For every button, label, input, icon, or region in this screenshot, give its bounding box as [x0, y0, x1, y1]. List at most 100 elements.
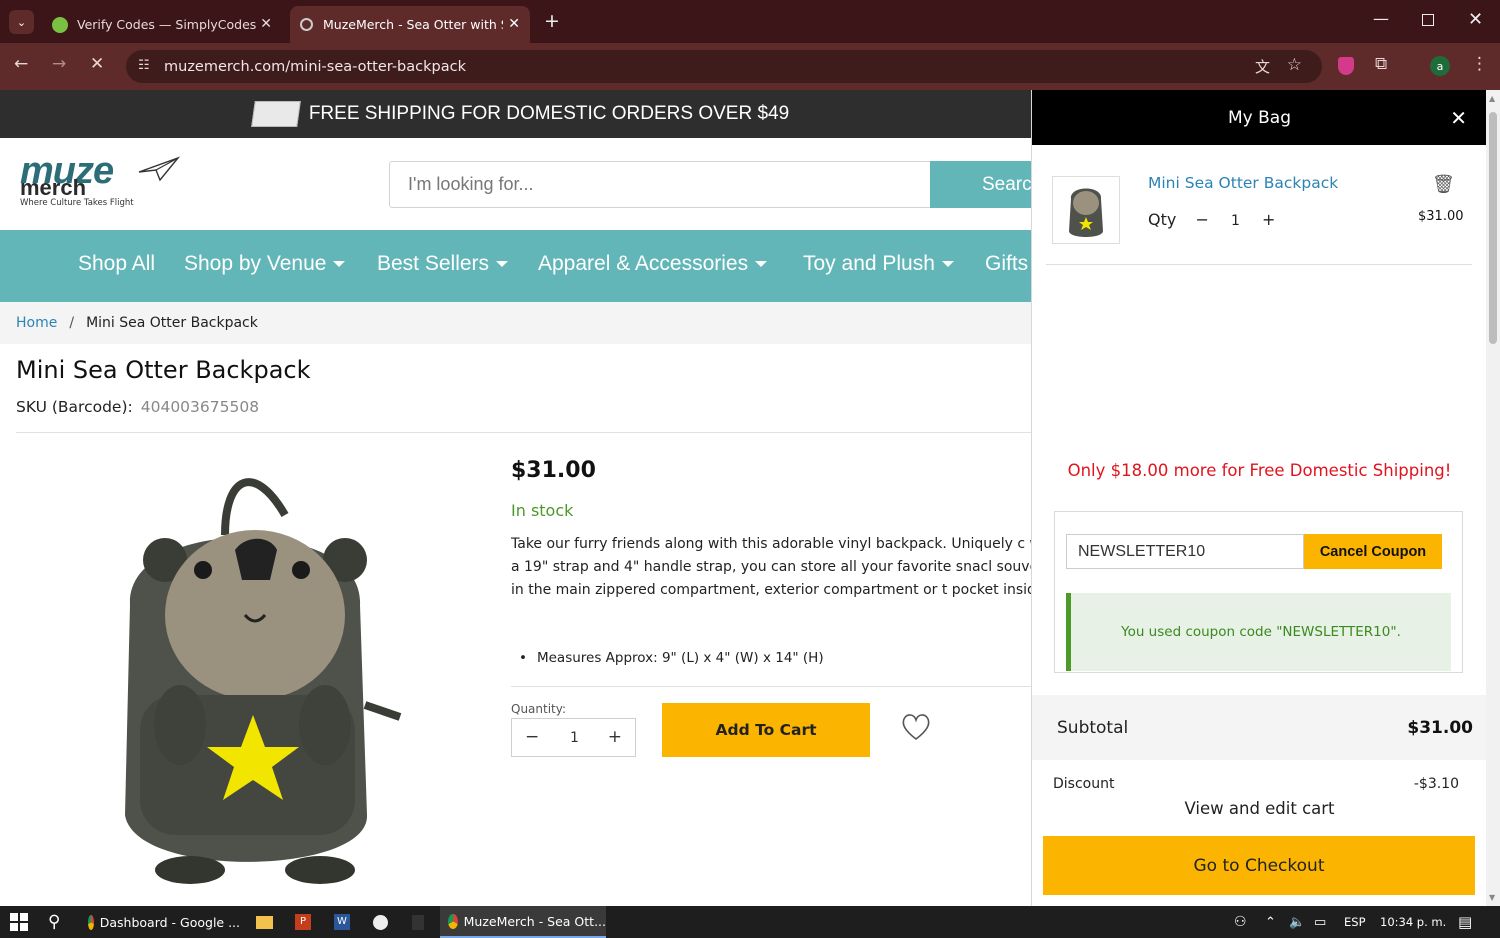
powerpoint-icon[interactable]: P — [295, 906, 311, 938]
taskbar-chrome-muzemerch[interactable]: MuzeMerch - Sea Ott... — [440, 906, 606, 938]
main-nav: Shop All Shop by Venue Best Sellers Appa… — [0, 230, 1032, 302]
discount-value: -$3.10 — [1413, 776, 1459, 792]
restore-icon[interactable] — [1422, 14, 1434, 26]
close-window-icon[interactable]: ✕ — [1468, 9, 1483, 30]
bookmark-star-icon[interactable]: ☆ — [1287, 55, 1302, 75]
qty-value[interactable]: 1 — [1231, 213, 1240, 229]
taskbar-chrome-dashboard[interactable]: Dashboard - Google ... — [80, 906, 240, 938]
minimize-icon[interactable]: — — [1373, 9, 1389, 28]
nav-best-sellers[interactable]: Best Sellers — [377, 252, 509, 276]
wishlist-heart-icon[interactable] — [900, 712, 932, 742]
translate-icon[interactable]: 文 — [1255, 56, 1270, 77]
cart-title: My Bag — [1227, 107, 1291, 128]
nav-toy-and-plush[interactable]: Toy and Plush — [803, 252, 954, 276]
file-explorer-icon[interactable] — [256, 906, 273, 938]
coupon-section: NEWSLETTER10 Cancel Coupon You used coup… — [1054, 511, 1463, 673]
add-to-cart-button[interactable]: Add To Cart — [662, 703, 870, 757]
chevron-up-icon[interactable]: ⌃ — [1265, 906, 1276, 938]
sku-label: SKU (Barcode): — [16, 398, 133, 416]
extension-shield-icon[interactable] — [1338, 57, 1354, 75]
quantity-value[interactable]: 1 — [570, 730, 579, 746]
loading-favicon-icon — [300, 18, 313, 31]
scrollbar-thumb[interactable] — [1489, 112, 1497, 344]
discount-label: Discount — [1053, 776, 1115, 792]
product-image[interactable] — [95, 455, 415, 895]
quantity-label: Quantity: — [511, 702, 567, 716]
taskbar-item-label: MuzeMerch - Sea Ott... — [463, 913, 606, 929]
extensions-puzzle-icon[interactable]: ⧉ — [1375, 54, 1387, 74]
coupon-code-input[interactable]: NEWSLETTER10 — [1066, 534, 1304, 569]
search-icon[interactable]: ⚲ — [48, 906, 60, 938]
nav-apparel-accessories[interactable]: Apparel & Accessories — [538, 252, 768, 276]
site-logo[interactable]: muze merch Where Culture Takes Flight — [20, 152, 180, 208]
breadcrumb-home[interactable]: Home — [16, 315, 57, 331]
tab-search-icon[interactable]: ⌄ — [9, 10, 34, 34]
scroll-up-icon[interactable]: ▲ — [1489, 94, 1495, 103]
close-tab-icon[interactable]: ✕ — [508, 16, 520, 32]
forward-icon[interactable]: → — [52, 54, 66, 74]
windows-start-icon[interactable] — [10, 906, 28, 938]
language-indicator[interactable]: ESP — [1344, 906, 1366, 938]
cart-header: My Bag ✕ — [1032, 90, 1486, 145]
people-icon[interactable]: ⚇ — [1234, 906, 1247, 938]
shipping-box-icon — [250, 101, 301, 127]
qty-plus-button[interactable]: + — [1262, 210, 1275, 229]
cart-item-price: $31.00 — [1418, 209, 1464, 224]
scrollbar[interactable]: ▲ ▼ — [1486, 90, 1500, 906]
notifications-icon[interactable]: ▤ — [1458, 906, 1472, 938]
view-edit-cart-link[interactable]: View and edit cart — [1032, 799, 1486, 818]
search-button[interactable]: Search — [930, 161, 1032, 208]
subtotal-label: Subtotal — [1057, 718, 1129, 738]
cart-drawer: My Bag ✕ Mini Sea Otter Backpack 🗑 Qty −… — [1031, 90, 1486, 906]
cancel-coupon-button[interactable]: Cancel Coupon — [1304, 534, 1442, 569]
divider — [511, 686, 1032, 687]
close-icon[interactable]: ✕ — [1450, 106, 1467, 130]
trash-icon[interactable]: 🗑 — [1432, 174, 1455, 195]
tab-title: Verify Codes — SimplyCodes — [77, 17, 257, 32]
search-input[interactable]: I'm looking for... — [389, 161, 931, 208]
shipping-banner-text: FREE SHIPPING FOR DOMESTIC ORDERS OVER $… — [308, 103, 790, 124]
new-tab-icon[interactable]: + — [544, 10, 560, 32]
checkout-button[interactable]: Go to Checkout — [1043, 836, 1475, 895]
word-icon[interactable]: W — [334, 906, 350, 938]
free-shipping-message: Only $18.00 more for Free Domestic Shipp… — [1067, 461, 1452, 480]
minus-icon[interactable]: − — [525, 727, 539, 747]
logo-word-bottom: merch — [20, 175, 87, 200]
profile-avatar[interactable]: a — [1430, 56, 1450, 76]
back-icon[interactable]: ← — [14, 54, 28, 74]
subtotal-value: $31.00 — [1407, 718, 1473, 738]
quantity-stepper[interactable]: − 1 + — [511, 718, 636, 757]
app-circle-icon[interactable] — [373, 906, 388, 938]
stop-loading-icon[interactable]: ✕ — [90, 54, 104, 74]
menu-kebab-icon[interactable]: ⋮ — [1471, 54, 1488, 74]
product-title: Mini Sea Otter Backpack — [16, 356, 311, 384]
shipping-banner: FREE SHIPPING FOR DOMESTIC ORDERS OVER $… — [0, 90, 1032, 138]
plus-icon[interactable]: + — [608, 727, 622, 747]
nav-shop-all[interactable]: Shop All — [78, 252, 155, 276]
network-icon[interactable]: ▭ — [1314, 906, 1326, 938]
browser-tab-strip: ⌄ Verify Codes — SimplyCodes ✕ MuzeMerch… — [0, 0, 1500, 43]
stock-status: In stock — [511, 501, 574, 520]
caret-down-icon — [755, 261, 768, 268]
site-header: muze merch Where Culture Takes Flight I'… — [0, 138, 1032, 230]
cart-item-name[interactable]: Mini Sea Otter Backpack — [1148, 174, 1338, 192]
nav-gifts[interactable]: Gifts — [985, 252, 1028, 276]
close-tab-icon[interactable]: ✕ — [260, 16, 272, 32]
subtotal-row: Subtotal $31.00 — [1032, 695, 1486, 760]
windows-taskbar: ⚲ Dashboard - Google ... P W MuzeMerch -… — [0, 906, 1500, 938]
tab-muzemerch[interactable]: MuzeMerch - Sea Otter with Se ✕ — [290, 6, 530, 43]
tab-simplycodes[interactable]: Verify Codes — SimplyCodes ✕ — [42, 6, 282, 43]
app-dark-icon[interactable] — [412, 906, 424, 938]
scroll-down-icon[interactable]: ▼ — [1489, 893, 1495, 902]
cart-item-thumbnail[interactable] — [1052, 176, 1120, 244]
caret-down-icon — [333, 261, 346, 268]
url-text: muzemerch.com/mini-sea-otter-backpack — [164, 58, 466, 75]
qty-minus-button[interactable]: − — [1195, 210, 1208, 229]
clock[interactable]: 10:34 p. m. — [1380, 906, 1446, 938]
taskbar-item-label: Dashboard - Google ... — [99, 914, 240, 930]
cart-item-qty: Qty − 1 + — [1148, 210, 1275, 229]
site-info-icon[interactable]: ☷ — [138, 58, 150, 73]
nav-shop-by-venue[interactable]: Shop by Venue — [184, 252, 346, 276]
address-bar[interactable]: ☷ muzemerch.com/mini-sea-otter-backpack … — [126, 50, 1322, 83]
volume-icon[interactable]: 🔈 — [1289, 906, 1305, 938]
